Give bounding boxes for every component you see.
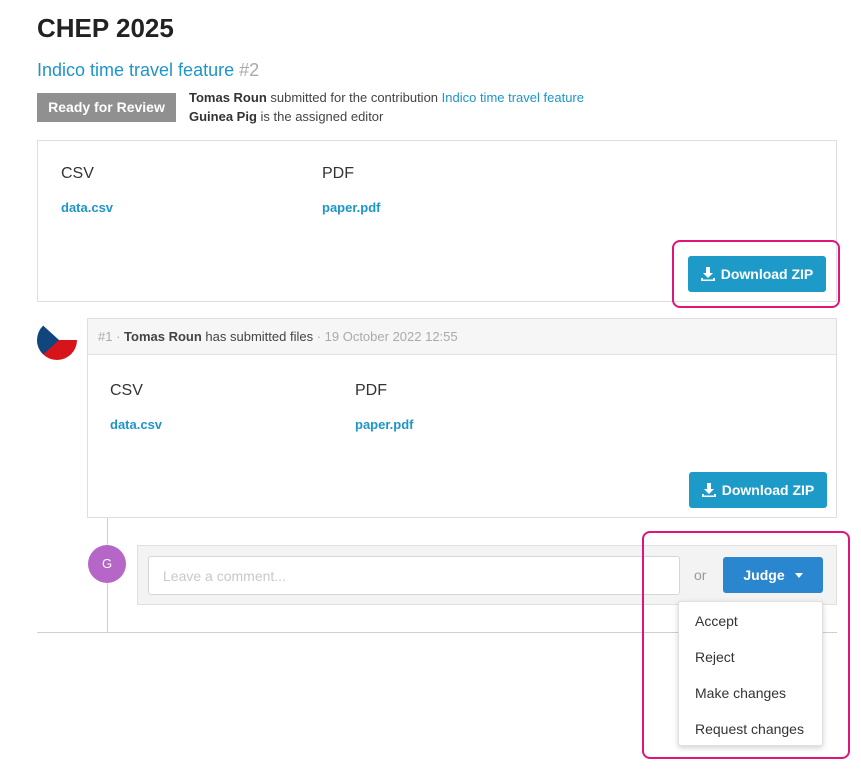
contribution-title[interactable]: Indico time travel feature #2 [37, 60, 259, 81]
comment-input[interactable]: Leave a comment... [148, 556, 680, 595]
download-zip-label: Download ZIP [721, 482, 815, 498]
timeline-file-type-csv: CSV [110, 382, 143, 399]
contribution-link[interactable]: Indico time travel feature [442, 90, 584, 105]
revision-number: #1 [98, 329, 113, 344]
submitter-name: Tomas Roun [189, 90, 267, 105]
download-zip-button[interactable]: Download ZIP [688, 256, 826, 292]
file-link-pdf[interactable]: paper.pdf [322, 200, 381, 215]
submission-info: Tomas Roun submitted for the contributio… [189, 90, 584, 105]
download-icon [700, 267, 715, 281]
user-avatar: G [88, 545, 126, 583]
czech-flag-avatar [37, 320, 77, 360]
timeline-header: #1 · Tomas Roun has submitted files · 19… [88, 319, 836, 355]
timeline-action: has submitted files [201, 329, 317, 344]
timeline-download-zip-button[interactable]: Download ZIP [689, 472, 827, 508]
timeline-author: Tomas Roun [124, 329, 202, 344]
judge-menu: Accept Reject Make changes Request chang… [678, 601, 823, 746]
editor-name: Guinea Pig [189, 109, 257, 124]
editor-text: is the assigned editor [256, 109, 384, 124]
event-title: CHEP 2025 [37, 13, 174, 43]
menu-item-accept[interactable]: Accept [695, 613, 738, 629]
editor-info: Guinea Pig is the assigned editor [189, 109, 383, 124]
download-icon [701, 483, 716, 497]
timeline-file-link-csv[interactable]: data.csv [110, 417, 162, 432]
file-type-csv: CSV [61, 165, 94, 182]
timeline-file-link-pdf[interactable]: paper.pdf [355, 417, 414, 432]
contribution-number: #2 [239, 60, 260, 80]
timeline-date: 19 October 2022 12:55 [324, 329, 458, 344]
submitted-text: submitted for the contribution [266, 90, 442, 105]
contribution-title-text[interactable]: Indico time travel feature [37, 60, 234, 80]
timeline-entry: #1 · Tomas Roun has submitted files · 19… [87, 318, 837, 518]
timeline-file-type-pdf: PDF [355, 382, 387, 399]
download-zip-label: Download ZIP [720, 266, 814, 282]
status-badge: Ready for Review [37, 93, 176, 122]
file-type-pdf: PDF [322, 165, 354, 182]
menu-item-reject[interactable]: Reject [695, 649, 735, 665]
file-link-csv[interactable]: data.csv [61, 200, 113, 215]
menu-item-make-changes[interactable]: Make changes [695, 685, 786, 701]
menu-item-request-changes[interactable]: Request changes [695, 721, 804, 737]
